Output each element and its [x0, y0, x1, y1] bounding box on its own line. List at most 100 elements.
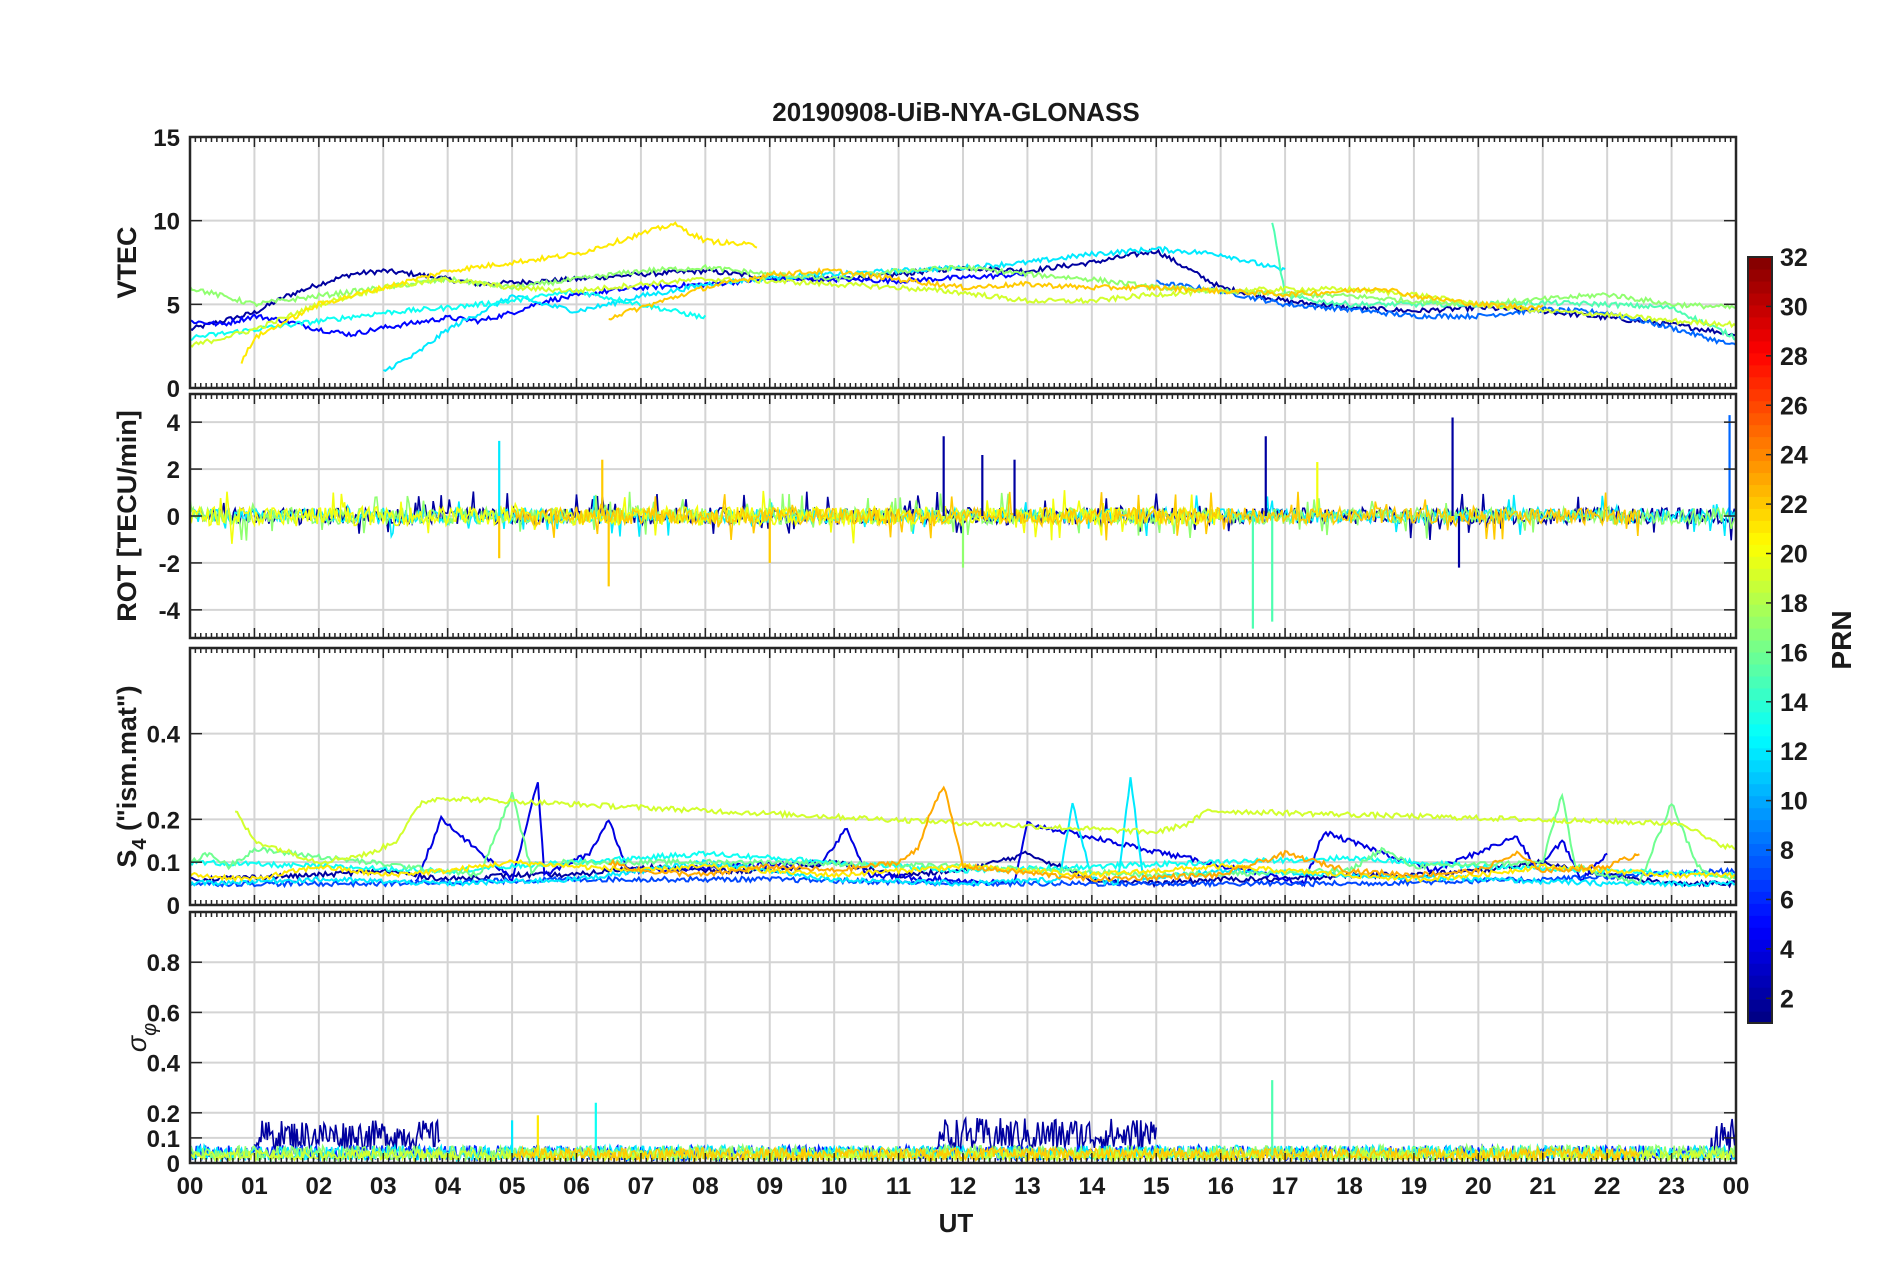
colorbar-tick-label: 2	[1780, 985, 1794, 1013]
colorbar-swatch	[1748, 556, 1772, 569]
x-tick-label: 03	[370, 1173, 397, 1200]
colorbar-tick-label: 16	[1780, 639, 1808, 667]
x-tick-label: 23	[1658, 1173, 1685, 1200]
colorbar-swatch	[1748, 316, 1772, 330]
colorbar-swatch	[1748, 364, 1772, 378]
x-tick-label: 16	[1207, 1173, 1234, 1200]
colorbar-swatch	[1748, 915, 1772, 928]
colorbar-swatch	[1748, 903, 1772, 916]
x-tick-label: 19	[1401, 1173, 1428, 1200]
y-tick-label: 0.2	[147, 807, 180, 834]
colorbar-swatch	[1748, 532, 1772, 545]
x-tick-label: 01	[241, 1173, 268, 1200]
colorbar-swatch	[1748, 460, 1772, 474]
y-axis-label-vtec: VTEC	[112, 226, 142, 298]
colorbar-swatch	[1748, 424, 1772, 438]
x-tick-label: 04	[434, 1173, 461, 1200]
colorbar-swatch	[1748, 975, 1772, 988]
colorbar-swatch	[1748, 675, 1772, 689]
colorbar-tick-label: 14	[1780, 689, 1808, 717]
colorbar-swatch	[1748, 568, 1772, 581]
x-tick-label: 11	[886, 1173, 911, 1200]
colorbar-label: PRN	[1826, 610, 1857, 669]
y-tick-label: 0	[167, 504, 180, 531]
colorbar-swatch	[1748, 340, 1772, 354]
colorbar-tick-label: 32	[1780, 244, 1808, 272]
colorbar-tick-label: 30	[1780, 293, 1808, 321]
colorbar-swatch	[1748, 879, 1772, 892]
x-tick-label: 05	[499, 1173, 526, 1200]
colorbar-swatch	[1748, 747, 1772, 761]
colorbar-tick-label: 6	[1780, 886, 1794, 914]
y-tick-label: 15	[153, 125, 180, 152]
y-tick-label: -4	[159, 598, 181, 625]
colorbar-swatch	[1748, 544, 1772, 557]
x-tick-label: 14	[1078, 1173, 1105, 1200]
colorbar-swatch	[1748, 723, 1772, 737]
colorbar-swatch	[1748, 640, 1772, 653]
colorbar-swatch	[1748, 927, 1772, 940]
colorbar-swatch	[1748, 939, 1772, 952]
colorbar-swatch	[1748, 963, 1772, 976]
colorbar-tick-label: 10	[1780, 788, 1808, 816]
y-tick-label: 0.4	[147, 722, 181, 749]
colorbar-swatch	[1748, 795, 1772, 809]
colorbar-swatch	[1748, 376, 1772, 390]
x-tick-label: 15	[1143, 1173, 1170, 1200]
x-tick-label: 00	[1723, 1173, 1750, 1200]
figure-canvas: 20190908-UiB-NYA-GLONASS 051015VTEC-4-20…	[0, 0, 1902, 1272]
y-tick-label: 5	[167, 292, 180, 319]
figure-background	[0, 0, 1902, 1272]
y-tick-label: 0	[167, 376, 180, 403]
y-tick-label: 10	[153, 209, 180, 236]
x-tick-label: 09	[756, 1173, 783, 1200]
colorbar-tick-label: 26	[1780, 392, 1808, 420]
colorbar-tick-label: 12	[1780, 738, 1808, 766]
y-tick-label: -2	[159, 551, 180, 578]
colorbar-swatch	[1748, 891, 1772, 904]
y-axis-label-main: σ	[122, 1034, 152, 1052]
colorbar-swatch	[1748, 257, 1772, 270]
colorbar-swatch	[1748, 807, 1772, 821]
colorbar-swatch	[1748, 352, 1772, 366]
colorbar-swatch	[1748, 663, 1772, 677]
figure-title: 20190908-UiB-NYA-GLONASS	[772, 97, 1140, 127]
x-tick-label: 20	[1465, 1173, 1492, 1200]
colorbar-swatch	[1748, 508, 1772, 521]
colorbar-tick-label: 20	[1780, 541, 1808, 569]
x-tick-label: 18	[1336, 1173, 1363, 1200]
x-tick-label: 21	[1529, 1173, 1556, 1200]
colorbar-swatch	[1748, 268, 1772, 282]
y-axis-label-sub: φ	[139, 1023, 161, 1036]
colorbar-swatch	[1748, 819, 1772, 833]
colorbar-swatch	[1748, 831, 1772, 845]
colorbar-swatch	[1748, 616, 1772, 629]
y-tick-label: 4	[167, 410, 181, 437]
colorbar-swatch	[1748, 280, 1772, 294]
colorbar-tick-label: 22	[1780, 491, 1808, 519]
y-tick-label: 0.1	[147, 1126, 180, 1153]
x-tick-label: 08	[692, 1173, 719, 1200]
x-tick-label: 02	[305, 1173, 332, 1200]
colorbar-swatch	[1748, 580, 1772, 593]
colorbar-swatch	[1748, 292, 1772, 306]
colorbar-swatch	[1748, 472, 1772, 486]
colorbar-swatch	[1748, 1011, 1772, 1024]
x-axis-label: UT	[939, 1208, 974, 1238]
colorbar-swatch	[1748, 400, 1772, 414]
colorbar-tick-label: 24	[1780, 442, 1808, 470]
y-tick-label: 0.1	[147, 850, 180, 877]
y-tick-label: 2	[167, 457, 180, 484]
colorbar-tick-label: 18	[1780, 590, 1808, 618]
colorbar-swatch	[1748, 867, 1772, 880]
x-tick-label: 13	[1014, 1173, 1041, 1200]
x-tick-label: 10	[821, 1173, 848, 1200]
x-tick-label: 22	[1594, 1173, 1621, 1200]
y-tick-label: 0.4	[147, 1051, 181, 1078]
x-tick-label: 17	[1272, 1173, 1299, 1200]
colorbar-swatch	[1748, 388, 1772, 402]
y-tick-label: 0.2	[147, 1101, 180, 1128]
colorbar-tick-label: 4	[1780, 936, 1794, 964]
colorbar-swatch	[1748, 628, 1772, 641]
x-tick-label: 12	[950, 1173, 977, 1200]
